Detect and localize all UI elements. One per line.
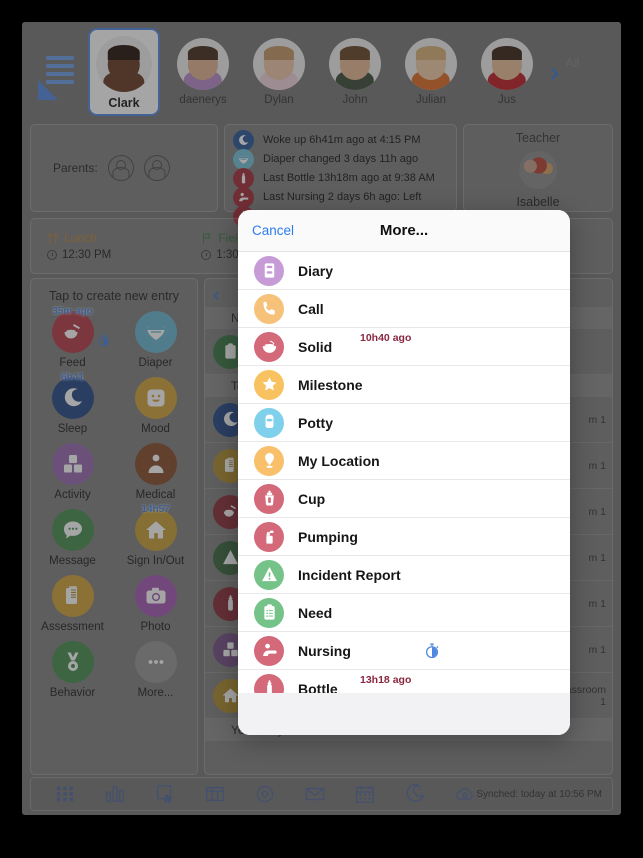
diary-icon	[254, 255, 284, 286]
modal-item-need[interactable]: Need	[238, 594, 570, 632]
modal-item-solid[interactable]: Solid 10h40 ago	[238, 328, 570, 366]
modal-item-nursing[interactable]: Nursing	[238, 632, 570, 670]
modal-item-label: Nursing	[298, 642, 351, 659]
cup-icon	[254, 483, 284, 514]
modal-item-label: Solid	[298, 338, 333, 355]
modal-item-label: Need	[298, 604, 333, 621]
pin-icon	[254, 445, 284, 476]
modal-item-diary[interactable]: Diary	[238, 252, 570, 290]
modal-item-label: Potty	[298, 414, 333, 431]
warning-icon	[254, 559, 284, 590]
modal-item-label: Diary	[298, 262, 334, 279]
modal-item-label: Cup	[298, 490, 326, 507]
bowl-icon	[254, 331, 284, 362]
modal-item-label: Bottle	[298, 680, 338, 694]
bottle-icon	[254, 673, 284, 693]
modal-item-incident-report[interactable]: Incident Report	[238, 556, 570, 594]
tablet-device-frame: Clark daenerys Dylan John Julian Jus › All Pa…	[22, 22, 621, 815]
modal-item-call[interactable]: Call	[238, 290, 570, 328]
phone-icon	[254, 293, 284, 324]
modal-item-label: Milestone	[298, 376, 363, 393]
modal-item-ago: 10h40 ago	[360, 332, 412, 344]
modal-item-my-location[interactable]: My Location	[238, 442, 570, 480]
pump-icon	[254, 521, 284, 552]
modal-item-label: Call	[298, 300, 324, 317]
potty-icon	[254, 407, 284, 438]
star-icon	[254, 369, 284, 400]
modal-item-list: Diary Call Solid 10h40 ago Milestone Potty My …	[238, 252, 570, 693]
checklist-icon	[254, 597, 284, 628]
modal-item-pumping[interactable]: Pumping	[238, 518, 570, 556]
stopwatch-icon[interactable]	[423, 642, 441, 660]
modal-header: Cancel More...	[238, 210, 570, 252]
modal-footer	[238, 693, 570, 735]
cancel-button[interactable]: Cancel	[252, 223, 294, 238]
modal-item-cup[interactable]: Cup	[238, 480, 570, 518]
modal-item-milestone[interactable]: Milestone	[238, 366, 570, 404]
modal-item-ago: 13h18 ago	[360, 674, 412, 686]
more-modal: Cancel More... Diary Call Solid 10h40 ago Mi…	[238, 210, 570, 735]
modal-item-potty[interactable]: Potty	[238, 404, 570, 442]
nursing-icon	[254, 635, 284, 666]
modal-item-label: My Location	[298, 452, 380, 469]
modal-item-label: Pumping	[298, 528, 358, 545]
modal-item-bottle[interactable]: Bottle 13h18 ago	[238, 670, 570, 693]
modal-item-label: Incident Report	[298, 566, 401, 583]
